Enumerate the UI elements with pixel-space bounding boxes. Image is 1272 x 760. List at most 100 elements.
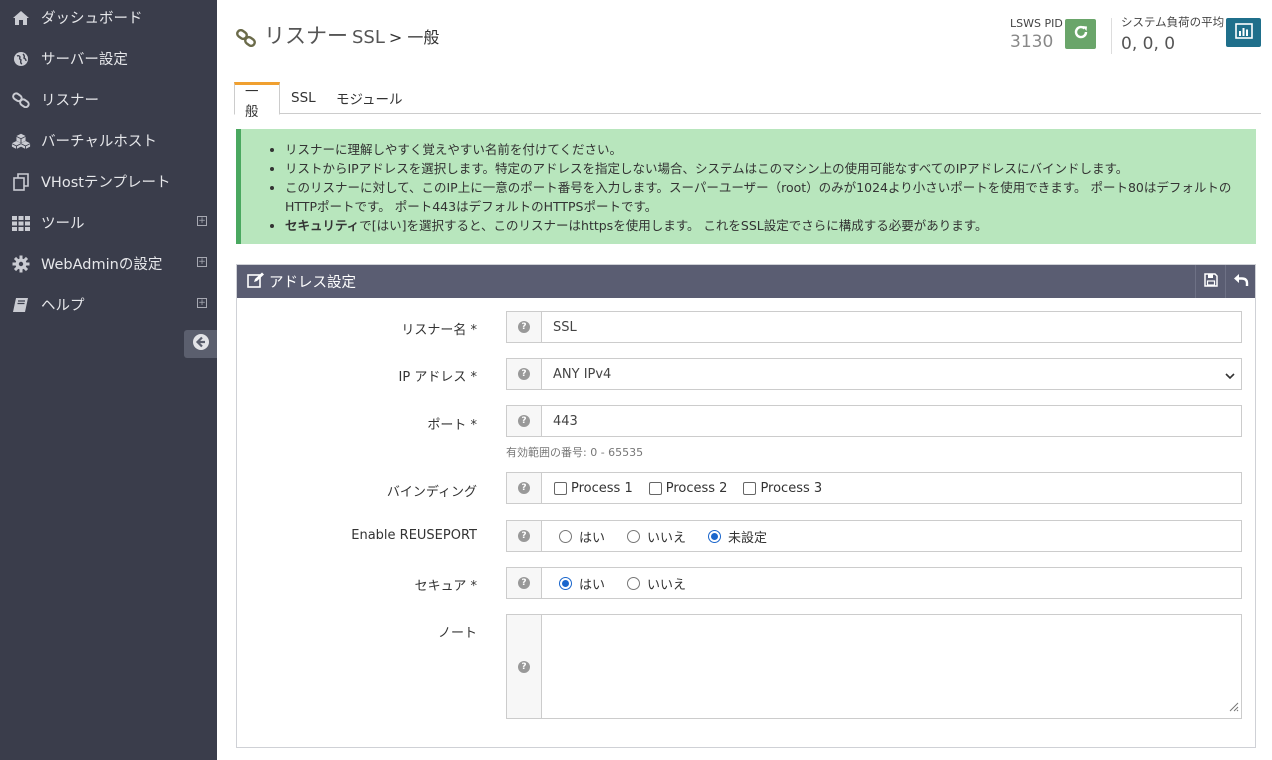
- sidebar-item-help[interactable]: ヘルプ +: [0, 284, 217, 325]
- sidebar-item-server-config[interactable]: サーバー設定: [0, 38, 217, 79]
- help-button[interactable]: ?: [506, 405, 542, 437]
- load-value: 0, 0, 0: [1121, 34, 1176, 54]
- sidebar-item-virtual-hosts[interactable]: バーチャルホスト: [0, 120, 217, 161]
- alert-item: リスナーに理解しやすく覚えやすい名前を付けてください。: [285, 140, 1256, 159]
- refresh-icon: [1073, 24, 1089, 44]
- grid-icon: [11, 214, 31, 232]
- help-button[interactable]: ?: [506, 311, 542, 343]
- resize-grip-icon[interactable]: [1227, 700, 1239, 716]
- panel-title: アドレス設定: [269, 275, 356, 291]
- help-button[interactable]: ?: [506, 567, 542, 599]
- reuseport-yes[interactable]: はい: [559, 527, 605, 546]
- sidebar-item-vhost-templates[interactable]: VHostテンプレート: [0, 161, 217, 202]
- checkbox[interactable]: [743, 481, 757, 495]
- reuseport-unset[interactable]: 未設定: [708, 527, 767, 546]
- reuseport-group: はい いいえ 未設定: [541, 520, 1242, 552]
- load-label: システム負荷の平均: [1121, 15, 1225, 29]
- help-button[interactable]: ?: [506, 614, 542, 719]
- radio-selected[interactable]: [708, 529, 722, 543]
- tab-ssl[interactable]: SSL: [281, 82, 326, 114]
- binding-label: バインディング: [386, 485, 477, 500]
- option-label: Process 2: [665, 480, 728, 496]
- chevron-down-icon: [1225, 369, 1235, 384]
- field-value: SSL: [553, 319, 577, 335]
- port-field[interactable]: 443: [541, 405, 1242, 437]
- bar-chart-icon: [1234, 22, 1253, 43]
- option-label: 未設定: [728, 530, 768, 546]
- question-icon: ?: [518, 530, 530, 542]
- radio[interactable]: [627, 576, 641, 590]
- reuseport-label: Enable REUSEPORT: [351, 528, 477, 543]
- help-button[interactable]: ?: [506, 472, 542, 504]
- restart-button[interactable]: [1065, 19, 1096, 49]
- sidebar-item-webadmin-settings[interactable]: WebAdminの設定 +: [0, 243, 217, 284]
- sidebar-item-label: ダッシュボード: [41, 11, 143, 27]
- title-sub: SSL: [352, 27, 385, 48]
- sidebar-item-label: バーチャルホスト: [41, 134, 157, 150]
- field-value: 443: [553, 413, 578, 429]
- question-icon: ?: [518, 577, 530, 589]
- real-time-stats-button[interactable]: [1226, 18, 1261, 47]
- checkbox[interactable]: [554, 481, 567, 495]
- secure-yes[interactable]: はい: [559, 574, 605, 593]
- question-icon: ?: [518, 660, 530, 673]
- listener-name-field[interactable]: SSL: [541, 311, 1242, 343]
- sidebar-item-label: WebAdminの設定: [41, 257, 163, 273]
- expand-icon[interactable]: +: [197, 216, 207, 226]
- binding-process-3[interactable]: Process 3: [743, 481, 822, 496]
- binding-process-2[interactable]: Process 2: [648, 480, 728, 496]
- option-label: Process 3: [760, 480, 823, 496]
- back-button[interactable]: [1225, 265, 1255, 298]
- select-value: ANY IPv4: [553, 366, 612, 382]
- gear-icon: [11, 255, 31, 273]
- alert-text: で[はい]を選択すると、このリスナーはhttpsを使用します。 これをSSL設定…: [359, 218, 988, 233]
- note-label: ノート: [437, 626, 477, 641]
- checkbox[interactable]: [648, 481, 662, 495]
- tab-general[interactable]: 一般: [234, 82, 280, 120]
- pid-box: LSWS PID 3130: [1010, 17, 1063, 52]
- arrow-left-circle-icon: [192, 333, 210, 355]
- sidebar-item-label: ツール: [41, 216, 85, 232]
- link-icon: [236, 28, 256, 51]
- sidebar-item-label: リスナー: [41, 93, 99, 109]
- cubes-icon: [11, 132, 31, 150]
- question-icon: ?: [518, 321, 530, 333]
- secure-no[interactable]: いいえ: [627, 574, 686, 593]
- option-label: はい: [579, 577, 606, 593]
- port-label: ポート *: [427, 418, 477, 433]
- collapse-sidebar-button[interactable]: [184, 330, 217, 358]
- link-icon: [11, 91, 31, 109]
- sidebar-item-listeners[interactable]: リスナー: [0, 79, 217, 120]
- sidebar-item-tools[interactable]: ツール +: [0, 202, 217, 243]
- page-title: リスナー SSL > 一般: [236, 20, 439, 50]
- book-icon: [11, 296, 31, 314]
- reuseport-no[interactable]: いいえ: [627, 527, 686, 546]
- question-icon: ?: [518, 415, 530, 427]
- port-hint: 有効範囲の番号: 0 - 65535: [506, 446, 644, 459]
- sidebar-item-label: サーバー設定: [41, 52, 128, 68]
- sidebar-item-dashboard[interactable]: ダッシュボード: [0, 0, 217, 38]
- expand-icon[interactable]: +: [197, 298, 207, 308]
- tab-modules[interactable]: モジュール: [326, 82, 413, 114]
- help-button[interactable]: ?: [506, 358, 542, 390]
- title-main: リスナー: [264, 24, 348, 48]
- pid-label: LSWS PID: [1010, 17, 1063, 30]
- radio[interactable]: [559, 529, 572, 543]
- secure-label: セキュア *: [414, 579, 477, 594]
- breadcrumb: > 一般: [388, 28, 440, 47]
- alert-item: このリスナーに対して、このIP上に一意のポート番号を入力します。スーパーユーザー…: [285, 178, 1256, 216]
- binding-process-1[interactable]: Process 1: [554, 481, 633, 496]
- address-settings-panel: アドレス設定 リスナー名 * ? SSL IP アドレス * ? ANY IPv…: [236, 264, 1256, 748]
- question-icon: ?: [518, 368, 530, 380]
- header-divider: [1111, 18, 1112, 54]
- copy-icon: [11, 172, 31, 191]
- help-button[interactable]: ?: [506, 520, 542, 552]
- expand-icon[interactable]: +: [197, 257, 207, 267]
- option-label: はい: [579, 530, 606, 546]
- save-button[interactable]: [1195, 265, 1225, 298]
- ip-address-select[interactable]: ANY IPv4: [541, 358, 1242, 390]
- radio[interactable]: [627, 529, 641, 543]
- radio-selected[interactable]: [559, 576, 572, 590]
- note-textarea[interactable]: [541, 614, 1242, 719]
- help-alert: リスナーに理解しやすく覚えやすい名前を付けてください。 リストからIPアドレスを…: [236, 129, 1256, 244]
